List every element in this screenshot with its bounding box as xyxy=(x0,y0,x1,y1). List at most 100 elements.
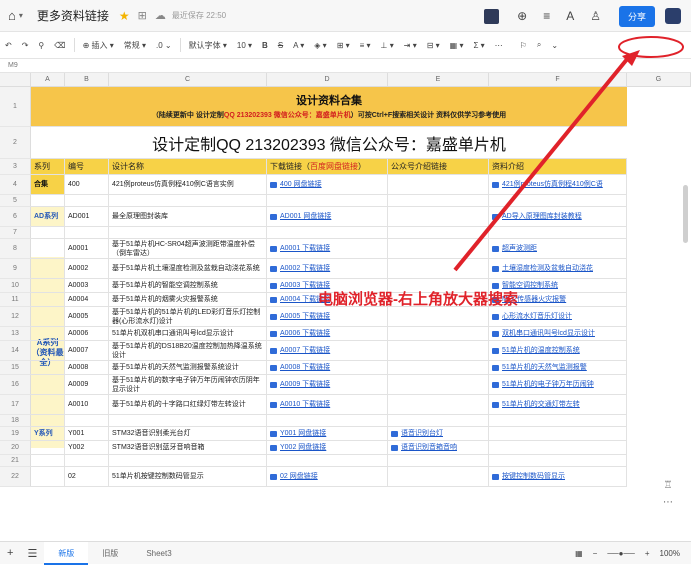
document-title[interactable]: 更多资料链接 xyxy=(37,7,109,24)
font-color-icon[interactable]: A ▾ xyxy=(293,41,304,50)
collapse-toolbar-icon[interactable]: ⌄ xyxy=(551,41,558,50)
design-name-cell[interactable]: STM32语音识别蓝牙音响音箱 xyxy=(109,441,267,454)
intro-link-cell[interactable]: 心形流水灯音乐灯设计 xyxy=(489,307,627,326)
intro-link-cell[interactable]: 51单片机的电子钟万年历闹钟 xyxy=(489,375,627,394)
number-cell[interactable]: A0003 xyxy=(65,279,109,292)
wechat-link-cell[interactable] xyxy=(388,467,489,486)
decimal-control[interactable]: .0 ⌄ xyxy=(156,41,172,50)
row-header[interactable]: 16 xyxy=(0,375,31,395)
row-header[interactable]: 13 xyxy=(0,327,31,341)
zoom-slider[interactable]: ──●── xyxy=(607,549,635,558)
intro-link-cell[interactable] xyxy=(489,427,627,440)
column-header-f[interactable]: F xyxy=(489,73,627,87)
series-cell[interactable] xyxy=(31,195,65,206)
row-header[interactable]: 20 xyxy=(0,441,31,455)
column-header-d[interactable]: D xyxy=(267,73,388,87)
number-cell[interactable]: A0002 xyxy=(65,259,109,278)
row-header[interactable]: 18 xyxy=(0,415,31,427)
wechat-link-cell[interactable] xyxy=(388,259,489,278)
text-format-icon[interactable]: A xyxy=(566,9,574,23)
row-header-3[interactable]: 3 xyxy=(0,159,31,175)
row-header[interactable]: 8 xyxy=(0,239,31,259)
wechat-link-cell-text[interactable]: 语音识别台灯 xyxy=(401,429,443,438)
row-header[interactable]: 9 xyxy=(0,259,31,279)
row-header[interactable]: 19 xyxy=(0,427,31,441)
number-cell[interactable]: AD001 xyxy=(65,207,109,226)
intro-link-cell[interactable] xyxy=(489,455,627,466)
sheet-list-icon[interactable]: ☰ xyxy=(27,547,37,560)
wechat-link-cell[interactable] xyxy=(388,227,489,238)
zoom-in-icon[interactable]: + xyxy=(645,549,650,558)
number-cell[interactable]: 02 xyxy=(65,467,109,486)
design-name-cell[interactable]: 基于51单片机HC-SR04超声波测距带温度补偿（倒车雷达） xyxy=(109,239,267,258)
number-cell[interactable]: A0008 xyxy=(65,361,109,374)
row-header[interactable]: 6 xyxy=(0,207,31,227)
column-header-e[interactable]: E xyxy=(388,73,489,87)
series-cell[interactable] xyxy=(31,293,65,306)
banner-cell[interactable]: 设计资料合集 （陆续更新中 设计定制QQ 213202393 微信公众号：嘉盛单… xyxy=(31,87,627,127)
zoom-out-icon[interactable]: − xyxy=(593,549,598,558)
add-document-icon[interactable]: ⊕ xyxy=(517,9,527,23)
intro-link-cell-text[interactable]: 双机串口通讯叫号lcd显示设计 xyxy=(502,329,595,338)
series-cell[interactable] xyxy=(31,239,65,258)
wechat-link-cell[interactable] xyxy=(388,175,489,194)
add-sheet-icon[interactable]: + xyxy=(7,547,13,559)
intro-link-cell-text[interactable]: 按键控制数码管显示 xyxy=(502,472,565,481)
intro-link-cell-text[interactable]: 土壤湿度检测及盆栽自动浇花 xyxy=(502,264,593,273)
download-link-cell-text[interactable]: Y002 网盘链接 xyxy=(280,443,326,452)
insert-menu[interactable]: ⊕ 插入 ▾ xyxy=(83,40,114,51)
number-cell[interactable]: A0006 xyxy=(65,327,109,340)
intro-link-cell[interactable]: 51单片机的天然气监测报警 xyxy=(489,361,627,374)
download-link-cell[interactable]: A0008 下载链接 xyxy=(267,361,388,374)
row-header[interactable]: 22 xyxy=(0,467,31,487)
wechat-link-cell[interactable] xyxy=(388,415,489,426)
row-header[interactable]: 21 xyxy=(0,455,31,467)
download-link-cell[interactable]: 02 网盘链接 xyxy=(267,467,388,486)
intro-link-cell[interactable]: 按键控制数码管显示 xyxy=(489,467,627,486)
series-cell[interactable] xyxy=(31,467,65,486)
design-name-cell[interactable]: 基于51单片机的智能空调控制系统 xyxy=(109,279,267,292)
series-cell[interactable] xyxy=(31,327,65,340)
header-number[interactable]: 编号 xyxy=(65,159,109,174)
design-name-cell[interactable] xyxy=(109,195,267,206)
row-header[interactable]: 5 xyxy=(0,195,31,207)
row-header[interactable]: 10 xyxy=(0,279,31,293)
number-cell[interactable]: A0004 xyxy=(65,293,109,306)
star-icon[interactable]: ★ xyxy=(119,9,130,23)
number-cell[interactable]: A0007 xyxy=(65,341,109,360)
intro-link-cell-text[interactable]: 心形流水灯音乐灯设计 xyxy=(502,312,572,321)
intro-link-cell[interactable]: AD导入原理图库封装教程 xyxy=(489,207,627,226)
download-link-cell-text[interactable]: A0005 下载链接 xyxy=(280,312,330,321)
chevron-down-icon[interactable]: ▾ xyxy=(19,11,23,20)
design-name-cell[interactable]: 基于51单片机的天然气监测报警系统设计 xyxy=(109,361,267,374)
series-cell[interactable] xyxy=(31,395,65,414)
strikethrough-icon[interactable]: S xyxy=(278,41,283,50)
add-collaborator-icon[interactable]: ♙ xyxy=(590,9,601,23)
row-header[interactable]: 11 xyxy=(0,293,31,307)
column-header-b[interactable]: B xyxy=(65,73,109,87)
intro-link-cell[interactable]: 超声波测距 xyxy=(489,239,627,258)
design-name-cell[interactable]: 最全原理图封装库 xyxy=(109,207,267,226)
contact-line[interactable]: 设计定制QQ 213202393 微信公众号：嘉盛单片机 xyxy=(31,127,627,159)
download-link-cell-text[interactable]: A0008 下载链接 xyxy=(280,363,330,372)
intro-link-cell[interactable]: 土壤湿度检测及盆栽自动浇花 xyxy=(489,259,627,278)
series-cell[interactable] xyxy=(31,455,65,466)
wechat-link-cell[interactable] xyxy=(388,239,489,258)
series-cell[interactable]: 合集 xyxy=(31,175,65,194)
sum-icon[interactable]: Σ ▾ xyxy=(473,41,484,50)
series-cell[interactable] xyxy=(31,415,65,426)
design-name-cell[interactable]: 基于51单片机土壤湿度检测及盆栽自动浇花系统 xyxy=(109,259,267,278)
number-cell[interactable]: A0005 xyxy=(65,307,109,326)
download-link-cell[interactable]: A0002 下载链接 xyxy=(267,259,388,278)
freeze-icon[interactable]: ▦ ▾ xyxy=(450,41,464,50)
vertical-align-icon[interactable]: ⊥ ▾ xyxy=(381,41,394,50)
intro-link-cell-text[interactable]: 51单片机的温度控制系统 xyxy=(502,346,580,355)
series-cell[interactable]: Y系列 xyxy=(31,427,65,440)
intro-link-cell-text[interactable]: 51单片机的电子钟万年历闹钟 xyxy=(502,380,594,389)
bold-icon[interactable]: B xyxy=(262,41,268,50)
wechat-link-cell[interactable] xyxy=(388,375,489,394)
header-download-link[interactable]: 下载链接（ 百度网盘链接） xyxy=(267,159,388,174)
wechat-link-cell[interactable] xyxy=(388,327,489,340)
number-cell[interactable] xyxy=(65,455,109,466)
move-to-folder-icon[interactable]: ⊞ xyxy=(138,9,147,22)
